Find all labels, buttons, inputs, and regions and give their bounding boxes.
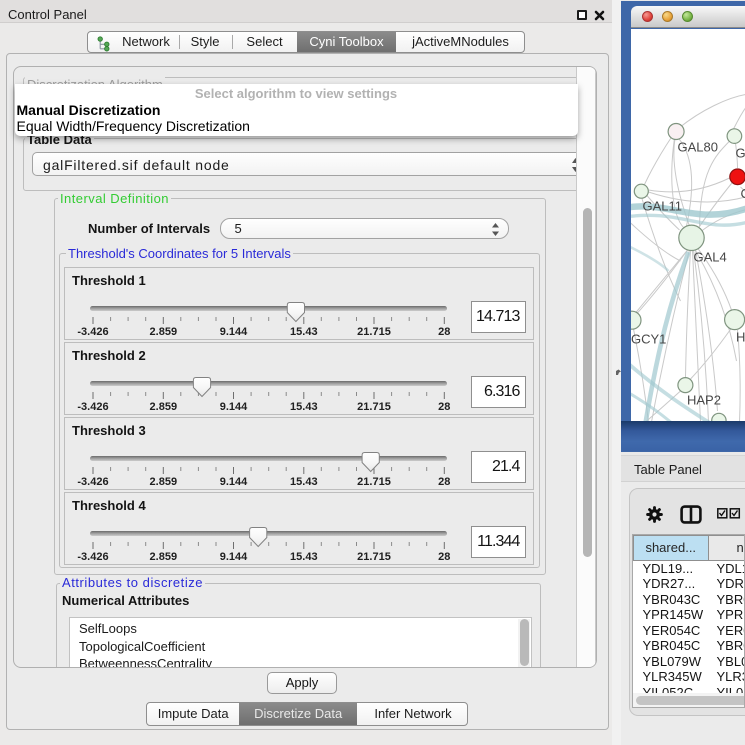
svg-text:GCY1: GCY1 — [631, 331, 666, 346]
svg-text:HAP2: HAP2 — [687, 392, 721, 407]
svg-text:C: C — [740, 186, 745, 201]
svg-text:GAL: GAL — [735, 145, 745, 160]
svg-text:GAL4: GAL4 — [693, 249, 726, 264]
svg-text:GAL80: GAL80 — [677, 139, 717, 154]
svg-text:GAL11: GAL11 — [642, 198, 682, 213]
svg-text:H: H — [736, 329, 745, 344]
